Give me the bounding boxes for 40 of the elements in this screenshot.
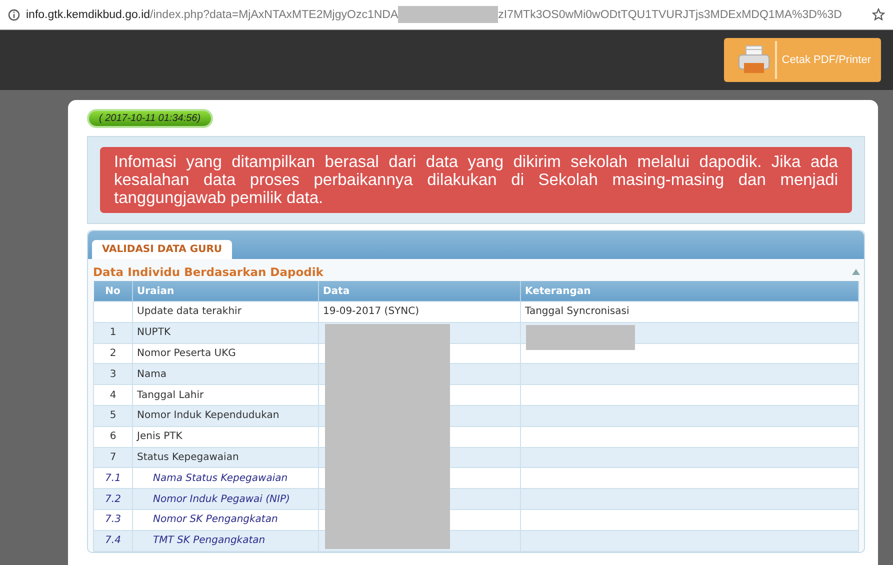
table-cell: Tanggal Lahir — [132, 384, 318, 406]
table-cell: 7 — [94, 447, 132, 468]
table-cell: Jenis PTK — [132, 426, 318, 448]
table-cell: 4 — [94, 384, 132, 406]
section-title: Data Individu Berdasarkan Dapodik — [93, 265, 324, 279]
tab[interactable]: VALIDASI DATA GURU — [92, 240, 232, 259]
timestamp-badge: ( 2017-10-11 01:34:56) — [87, 109, 213, 128]
table-cell: NUPTK — [132, 322, 318, 344]
url-text: info.gtk.kemdikbud.go.id/index.php?data=MjAxNTAxMTE2MjgyOzc1NDA — [26, 8, 398, 20]
column-header: No — [94, 281, 132, 302]
table-cell — [94, 302, 132, 322]
column-header: Data — [318, 281, 520, 302]
table-cell: Nomor Peserta UKG — [132, 343, 318, 364]
table-cell: 7.1 — [94, 468, 132, 489]
table-cell: 7.2 — [94, 488, 132, 510]
alert-message: Infomasi yang ditampilkan berasal dari data yang dikirim sekolah melalui dapodik. Jika ada kesalahan data proses perbaikannya dilakukan di Sekolah masing-masing dan menjadi tanggungjawab pemilik data. — [100, 147, 852, 213]
table-cell: 7.4 — [94, 530, 132, 552]
table-cell: 7.3 — [94, 509, 132, 530]
table-cell: Update data terakhir — [132, 302, 318, 322]
star-icon[interactable] — [872, 8, 885, 21]
printer-icon — [738, 45, 770, 75]
table-cell: Nama Status Kepegawaian — [132, 468, 318, 489]
table-cell: Tanggal Syncronisasi — [520, 302, 858, 322]
info-icon[interactable] — [8, 8, 20, 20]
table-cell: 19-09-2017 (SYNC) — [318, 302, 520, 322]
column-header: Keterangan — [520, 281, 858, 302]
table-cell: TMT SK Pengangkatan — [132, 530, 318, 552]
table-cell: 2 — [94, 343, 132, 364]
table-cell: 3 — [94, 364, 132, 385]
address-bar[interactable]: info.gtk.kemdikbud.go.id/index.php?data=MjAxNTAxMTE2MjgyOzc1NDA zI7MTk3OS0wMi0wODtTQU1TVURJTjs3MDExMDQ1MA%3D%3D — [0, 0, 893, 30]
url-text: zI7MTk3OS0wMi0wODtTQU1TVURJTjs3MDExMDQ1MA%3D%3D — [498, 8, 842, 20]
column-header: Uraian — [132, 281, 318, 302]
table-cell: 1 — [94, 322, 132, 344]
table-cell: 6 — [94, 426, 132, 448]
table-cell: Nomor SK Pengangkatan — [132, 509, 318, 530]
table-cell: Nama — [132, 364, 318, 385]
table-cell: Nomor Induk Kependudukan — [132, 405, 318, 426]
table-cell: Nomor Induk Pegawai (NIP) — [132, 488, 318, 510]
table-cell: Status Kepegawaian — [132, 447, 318, 468]
table-cell: 5 — [94, 405, 132, 426]
